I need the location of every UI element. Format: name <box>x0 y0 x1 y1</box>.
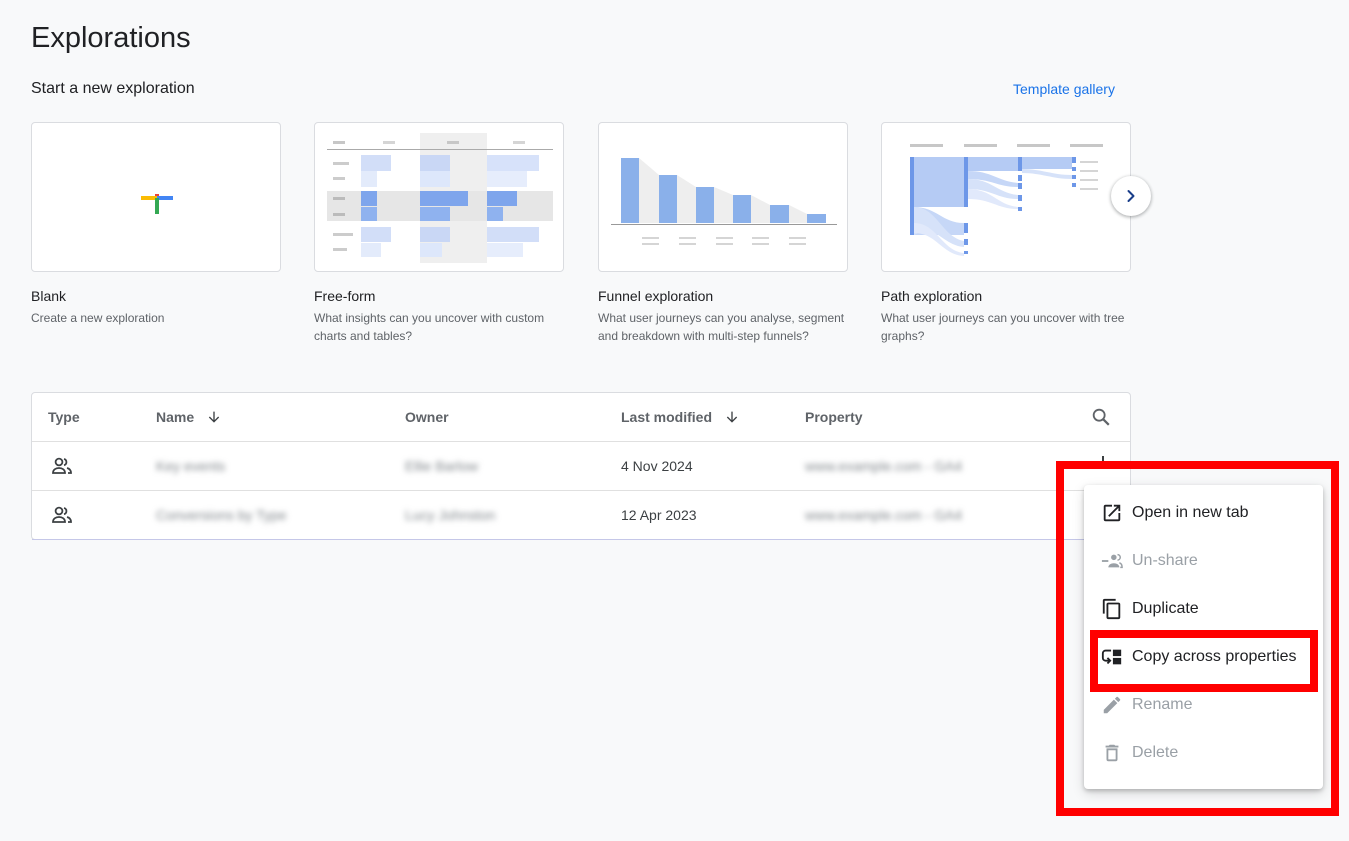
menu-item-duplicate[interactable]: Duplicate <box>1084 585 1323 633</box>
carousel-next-button[interactable] <box>1111 176 1151 216</box>
card-label-free-form: Free-form <box>314 288 376 304</box>
menu-item-rename: Rename <box>1084 681 1323 729</box>
menu-item-label: Rename <box>1132 696 1193 713</box>
card-label-blank: Blank <box>31 288 67 304</box>
card-label-path: Path exploration <box>881 288 983 304</box>
row-owner: Ellie Barlow <box>405 458 479 474</box>
header-name[interactable]: Name <box>156 409 222 425</box>
pencil-icon <box>1100 693 1124 717</box>
copy-across-icon <box>1100 645 1124 669</box>
funnel-exploration-card[interactable] <box>598 122 848 272</box>
header-property[interactable]: Property <box>805 409 863 425</box>
context-menu: Open in new tab Un-share Duplicate Copy … <box>1084 485 1323 789</box>
trash-icon <box>1100 741 1124 765</box>
table-row[interactable]: Conversions by Type Lucy Johnston 12 Apr… <box>32 490 1130 539</box>
menu-item-delete: Delete <box>1084 729 1323 777</box>
free-form-card[interactable] <box>314 122 564 272</box>
menu-item-label: Duplicate <box>1132 600 1199 617</box>
card-label-funnel: Funnel exploration <box>598 288 714 304</box>
open-in-new-icon <box>1100 501 1124 525</box>
row-owner: Lucy Johnston <box>405 507 496 523</box>
funnel-thumbnail <box>611 158 837 245</box>
card-desc-funnel: What user journeys can you analyse, segm… <box>598 311 845 343</box>
menu-item-label: Open in new tab <box>1132 504 1249 521</box>
page-title: Explorations <box>31 22 191 54</box>
row-last-modified: 4 Nov 2024 <box>621 458 693 474</box>
sort-arrow-down-icon <box>209 411 220 423</box>
shared-people-icon <box>52 506 72 523</box>
path-exploration-card[interactable] <box>881 122 1131 272</box>
plus-icon <box>141 194 173 214</box>
unshare-icon <box>1100 549 1124 573</box>
card-desc-path: What user journeys can you uncover with … <box>881 311 1125 343</box>
table-bottom-border <box>32 539 1132 540</box>
path-thumbnail <box>910 144 1103 256</box>
row-name[interactable]: Key events <box>156 458 225 474</box>
menu-item-label: Un-share <box>1132 552 1198 569</box>
search-icon[interactable] <box>1090 406 1112 428</box>
row-name[interactable]: Conversions by Type <box>156 507 286 523</box>
row-property: www.example.com - GA4 <box>805 507 963 523</box>
row-property: www.example.com - GA4 <box>805 458 963 474</box>
header-type: Type <box>48 409 80 425</box>
duplicate-icon <box>1100 597 1124 621</box>
menu-item-label: Copy across properties <box>1132 648 1297 665</box>
more-options-icon[interactable] <box>1101 456 1105 468</box>
menu-item-open-in-new-tab[interactable]: Open in new tab <box>1084 489 1323 537</box>
free-form-thumbnail <box>327 133 553 263</box>
card-desc-blank: Create a new exploration <box>31 311 165 325</box>
menu-item-unshare: Un-share <box>1084 537 1323 585</box>
section-title: Start a new exploration <box>31 80 195 97</box>
chevron-right-icon <box>1127 190 1135 202</box>
shared-people-icon <box>52 457 72 474</box>
card-desc-free-form: What insights can you uncover with custo… <box>314 311 545 343</box>
row-last-modified: 12 Apr 2023 <box>621 507 697 523</box>
explorations-table: Type Name Owner Last modified Property K… <box>31 392 1132 540</box>
blank-card[interactable] <box>31 122 281 272</box>
header-last-modified[interactable]: Last modified <box>621 409 740 425</box>
table-row[interactable]: Key events Ellie Barlow 4 Nov 2024 www.e… <box>32 441 1130 490</box>
template-gallery-link[interactable]: Template gallery <box>1013 81 1115 97</box>
header-owner[interactable]: Owner <box>405 409 449 425</box>
menu-item-label: Delete <box>1132 744 1179 761</box>
menu-item-copy-across-properties[interactable]: Copy across properties <box>1084 633 1323 681</box>
sort-arrow-down-icon <box>726 411 738 423</box>
